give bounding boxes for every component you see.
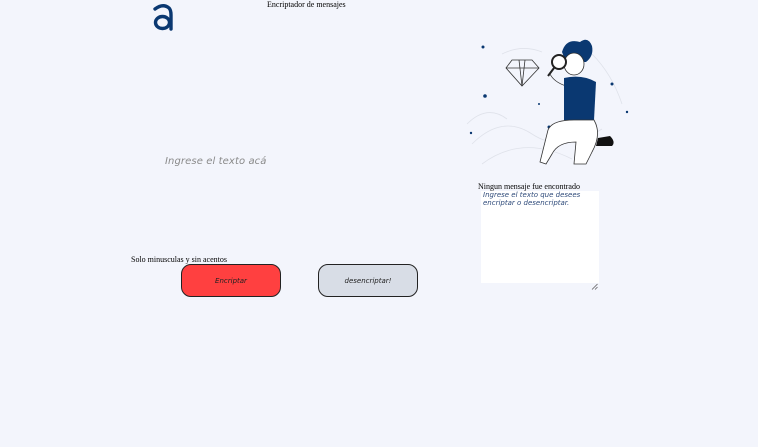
message-input[interactable] — [120, 100, 440, 240]
message-input-placeholder: Ingrese el texto acá — [165, 156, 267, 167]
result-textarea[interactable]: Ingrese el texto que desees encriptar o … — [481, 191, 599, 290]
person-with-magnifier-illustration — [462, 34, 634, 182]
logo-icon — [150, 2, 176, 32]
encrypt-button[interactable]: Encriptar — [181, 264, 281, 297]
decrypt-button[interactable]: desencriptar! — [318, 264, 418, 297]
result-placeholder: Ingrese el texto que desees encriptar o … — [483, 191, 581, 207]
resize-handle-icon[interactable] — [591, 275, 598, 290]
page-title: Encriptador de mensajes — [267, 0, 346, 9]
